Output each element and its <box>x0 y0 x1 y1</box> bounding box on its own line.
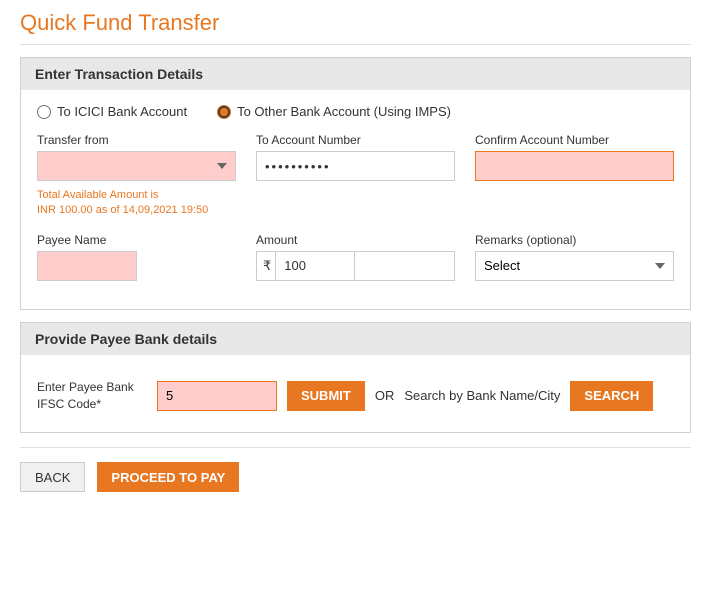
form-row-2: Payee Name Amount ₹ Remarks (optional) S… <box>37 233 674 281</box>
remarks-label: Remarks (optional) <box>475 233 674 247</box>
transfer-from-select[interactable] <box>37 151 236 181</box>
available-amount: Total Available Amount is INR 100.00 as … <box>37 188 236 219</box>
amount-input[interactable] <box>275 251 355 281</box>
payee-bank-header: Provide Payee Bank details <box>21 323 690 355</box>
action-row: BACK PROCEED TO PAY <box>20 447 691 496</box>
form-row-1: Transfer from Total Available Amount is … <box>37 133 674 219</box>
payee-name-group: Payee Name <box>37 233 236 281</box>
ifsc-row: Enter Payee Bank IFSC Code* SUBMIT OR Se… <box>37 369 674 419</box>
radio-icici-label: To ICICI Bank Account <box>57 104 187 119</box>
remarks-select[interactable]: Select <box>475 251 674 281</box>
account-number-group: To Account Number <box>256 133 455 181</box>
back-button[interactable]: BACK <box>20 462 85 492</box>
payee-name-label: Payee Name <box>37 233 236 247</box>
radio-other-label: To Other Bank Account (Using IMPS) <box>237 104 451 119</box>
confirm-account-label: Confirm Account Number <box>475 133 674 147</box>
account-number-input[interactable] <box>256 151 455 181</box>
search-button[interactable]: SEARCH <box>570 381 653 411</box>
search-by-label: Search by Bank Name/City <box>404 388 560 403</box>
confirm-account-group: Confirm Account Number <box>475 133 674 181</box>
amount-label: Amount <box>256 233 455 247</box>
proceed-button[interactable]: PROCEED TO PAY <box>97 462 239 492</box>
ifsc-input[interactable] <box>157 381 277 411</box>
amount-group: Amount ₹ <box>256 233 455 281</box>
amount-symbol: ₹ <box>263 258 271 274</box>
account-number-label: To Account Number <box>256 133 455 147</box>
amount-input-wrapper: ₹ <box>256 251 455 281</box>
radio-icici-input[interactable] <box>37 105 51 119</box>
or-text: OR <box>375 388 395 403</box>
radio-other[interactable]: To Other Bank Account (Using IMPS) <box>217 104 451 119</box>
transfer-from-group: Transfer from Total Available Amount is … <box>37 133 236 219</box>
payee-bank-section: Provide Payee Bank details Enter Payee B… <box>20 322 691 434</box>
radio-icici[interactable]: To ICICI Bank Account <box>37 104 187 119</box>
transaction-section-header: Enter Transaction Details <box>21 58 690 90</box>
radio-other-input[interactable] <box>217 105 231 119</box>
submit-button[interactable]: SUBMIT <box>287 381 365 411</box>
transaction-section: Enter Transaction Details To ICICI Bank … <box>20 57 691 310</box>
transfer-type-row: To ICICI Bank Account To Other Bank Acco… <box>37 104 674 119</box>
payee-name-input[interactable] <box>37 251 137 281</box>
ifsc-label: Enter Payee Bank IFSC Code* <box>37 379 147 413</box>
page-title: Quick Fund Transfer <box>20 10 691 45</box>
remarks-group: Remarks (optional) Select <box>475 233 674 281</box>
confirm-account-input[interactable] <box>475 151 674 181</box>
transfer-from-label: Transfer from <box>37 133 236 147</box>
